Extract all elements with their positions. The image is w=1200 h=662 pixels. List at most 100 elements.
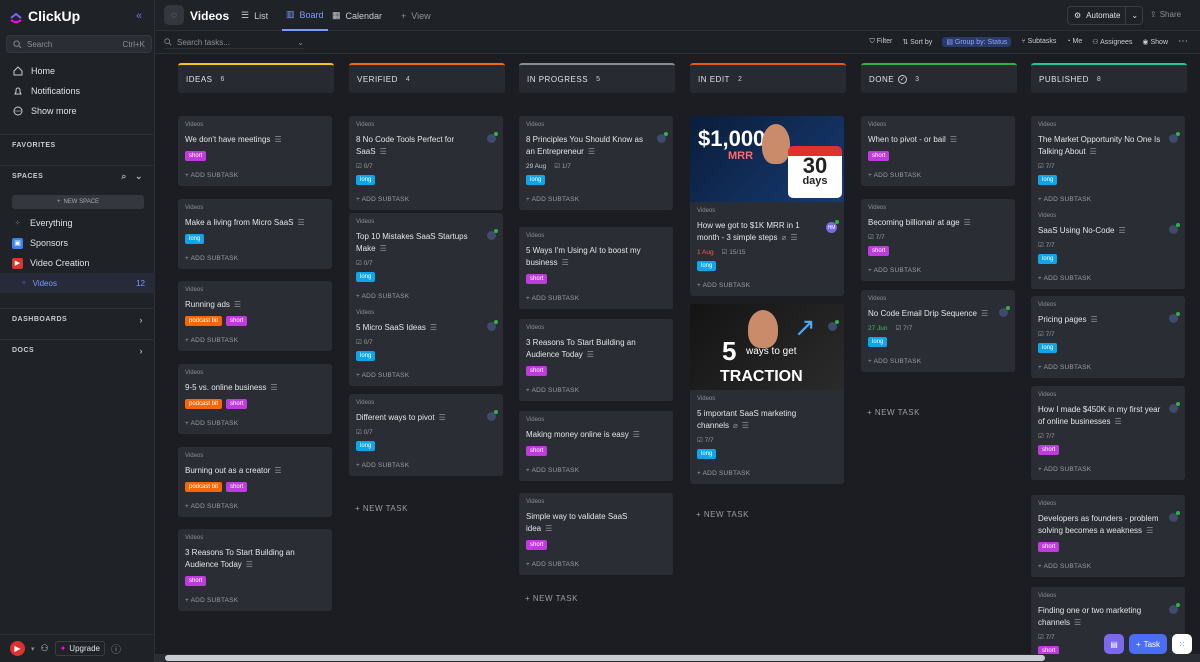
- card-title[interactable]: 3 Reasons To Start Building an Audience …: [185, 547, 325, 571]
- tag-badge[interactable]: short: [1038, 646, 1060, 654]
- tag-badge[interactable]: short: [868, 151, 890, 161]
- tag-badge[interactable]: short: [526, 540, 548, 550]
- card-title[interactable]: We don't have meetings ☰: [185, 134, 325, 146]
- task-card[interactable]: Videos Different ways to pivot ☰ ☑ 0/7 long +…: [349, 394, 503, 476]
- card-title[interactable]: Becoming billionair at age ☰: [868, 217, 1008, 229]
- column-header[interactable]: VERIFIED 4: [349, 63, 505, 93]
- card-title[interactable]: Finding one or two marketing channels ☰: [1038, 605, 1178, 629]
- collapse-sidebar-icon[interactable]: «: [136, 10, 142, 22]
- checklist-progress[interactable]: ☑ 7/7: [697, 436, 714, 444]
- brand-logo[interactable]: ClickUp: [9, 8, 80, 24]
- card-title[interactable]: 5 Ways I'm Using AI to boost my business…: [526, 245, 666, 269]
- add-subtask-button[interactable]: + ADD SUBTASK: [868, 267, 1008, 281]
- task-card[interactable]: Videos 5 Micro SaaS Ideas ☰ ☑ 0/7 long + ADD …: [349, 304, 503, 386]
- add-subtask-button[interactable]: + ADD SUBTASK: [1038, 364, 1178, 378]
- nav-home[interactable]: Home: [0, 61, 155, 81]
- assignee-avatar[interactable]: [487, 320, 498, 331]
- tag-badge[interactable]: short: [226, 316, 248, 326]
- tab-board[interactable]: ▥ Board: [282, 0, 328, 31]
- tag-badge[interactable]: short: [526, 274, 548, 284]
- checklist-progress[interactable]: ☑ 7/7: [868, 233, 885, 241]
- tag-badge[interactable]: short: [868, 246, 890, 256]
- checklist-progress[interactable]: ☑ 7/7: [1038, 241, 1055, 249]
- tag-badge[interactable]: long: [526, 175, 546, 185]
- add-subtask-button[interactable]: + ADD SUBTASK: [1038, 466, 1178, 480]
- me-button[interactable]: ◔ Me: [1066, 38, 1082, 45]
- add-subtask-button[interactable]: + ADD SUBTASK: [1038, 563, 1178, 577]
- chevron-down-icon[interactable]: ⌄: [135, 171, 143, 182]
- assignee-avatar[interactable]: [1169, 402, 1180, 413]
- checklist-progress[interactable]: ☑ 0/7: [356, 162, 373, 170]
- assignee-avatar[interactable]: [1169, 312, 1180, 323]
- chevron-down-icon[interactable]: ▾: [31, 645, 35, 653]
- new-task-button[interactable]: + NEW TASK: [696, 510, 749, 519]
- column-header[interactable]: PUBLISHED 8: [1031, 63, 1187, 93]
- assignees-button[interactable]: ⚇ Assignees: [1092, 38, 1132, 46]
- assignee-avatar[interactable]: [1169, 511, 1180, 522]
- checklist-progress[interactable]: ☑ 15/15: [722, 248, 746, 256]
- chevron-down-icon[interactable]: ⌄: [297, 38, 304, 47]
- assignee-avatar[interactable]: [487, 410, 498, 421]
- space-everything[interactable]: ⁘ Everything: [0, 213, 155, 233]
- nav-show-more[interactable]: Show more: [0, 101, 155, 121]
- task-card[interactable]: Videos 9-5 vs. online business ☰ podcast bi…: [178, 364, 332, 434]
- card-title[interactable]: 5 Micro SaaS Ideas ☰: [356, 322, 496, 334]
- invite-user-icon[interactable]: ⚇: [41, 643, 49, 654]
- card-title[interactable]: Different ways to pivot ☰: [356, 412, 496, 424]
- task-card[interactable]: $1,000 MRR 30 days Videos How we got to $1…: [690, 116, 844, 296]
- dashboards-section[interactable]: DASHBOARDS ›: [0, 308, 155, 330]
- card-title[interactable]: Pricing pages ☰: [1038, 314, 1178, 326]
- card-title[interactable]: How I made $450K in my first year of onl…: [1038, 404, 1178, 428]
- add-subtask-button[interactable]: + ADD SUBTASK: [526, 295, 666, 309]
- tag-badge[interactable]: short: [1038, 445, 1060, 455]
- checklist-progress[interactable]: ☑ 7/7: [1038, 633, 1055, 641]
- tag-badge[interactable]: long: [697, 449, 717, 459]
- task-card[interactable]: Videos Burning out as a creator ☰ podcast b…: [178, 447, 332, 517]
- card-title[interactable]: Top 10 Mistakes SaaS Startups Make ☰: [356, 231, 496, 255]
- tag-badge[interactable]: long: [356, 441, 376, 451]
- tag-badge[interactable]: long: [356, 272, 376, 282]
- assignee-avatar[interactable]: [487, 229, 498, 240]
- help-icon[interactable]: ⓘ: [111, 641, 121, 656]
- column-header[interactable]: IN PROGRESS 5: [519, 63, 675, 93]
- group-by-button[interactable]: ▤ Group by: Status: [942, 36, 1012, 47]
- add-subtask-button[interactable]: + ADD SUBTASK: [356, 372, 496, 386]
- search-spaces-icon[interactable]: ⌕: [121, 171, 127, 182]
- card-title[interactable]: Burning out as a creator ☰: [185, 465, 325, 477]
- chevron-down-icon[interactable]: ⌄: [1125, 7, 1143, 24]
- tag-badge[interactable]: long: [185, 234, 205, 244]
- new-task-button[interactable]: + NEW TASK: [867, 408, 920, 417]
- task-card[interactable]: Videos Make a living from Micro SaaS ☰ long…: [178, 199, 332, 269]
- automate-button[interactable]: ⚙ Automate ⌄: [1067, 6, 1143, 25]
- add-subtask-button[interactable]: + ADD SUBTASK: [697, 282, 837, 296]
- card-title[interactable]: Simple way to validate SaaS idea ☰: [526, 511, 666, 535]
- assignee-avatar[interactable]: [657, 132, 668, 143]
- assignee-avatar[interactable]: [1169, 603, 1180, 614]
- filter-button[interactable]: ⛉ Filter: [870, 38, 893, 46]
- sort-button[interactable]: ⇅ Sort by: [902, 38, 932, 46]
- task-card[interactable]: Videos SaaS Using No-Code ☰ ☑ 7/7 long + ADD …: [1031, 207, 1185, 289]
- tab-list[interactable]: ☰ List: [241, 0, 268, 31]
- checklist-progress[interactable]: ☑ 0/7: [356, 428, 373, 436]
- due-date[interactable]: 1 Aug: [697, 249, 714, 256]
- add-subtask-button[interactable]: + ADD SUBTASK: [185, 172, 325, 186]
- column-header[interactable]: IDEAS 6: [178, 63, 334, 93]
- card-title[interactable]: 5 important SaaS marketing channels ⌀ ☰: [697, 408, 837, 432]
- assignee-avatar[interactable]: [999, 306, 1010, 317]
- add-subtask-button[interactable]: + ADD SUBTASK: [185, 255, 325, 269]
- sidebar-search[interactable]: Search Ctrl+K: [6, 35, 152, 53]
- show-button[interactable]: ◉ Show: [1142, 38, 1168, 46]
- assignee-avatar[interactable]: [1169, 132, 1180, 143]
- tag-badge[interactable]: short: [526, 366, 548, 376]
- add-subtask-button[interactable]: + ADD SUBTASK: [185, 503, 325, 517]
- tag-badge[interactable]: short: [526, 446, 548, 456]
- scrollbar-thumb[interactable]: [165, 655, 1045, 661]
- task-card[interactable]: Videos When to pivot - or bail ☰ short + ADD…: [861, 116, 1015, 186]
- upgrade-button[interactable]: ✦ Upgrade: [54, 641, 105, 656]
- task-card[interactable]: ↗ 5 ways to get TRACTION Videos 5 importa…: [690, 304, 844, 484]
- tag-badge[interactable]: short: [1038, 542, 1060, 552]
- card-title[interactable]: The Market Opportunity No One Is Talking…: [1038, 134, 1178, 158]
- tag-badge[interactable]: long: [868, 337, 888, 347]
- list-status-icon[interactable]: ◌: [164, 5, 184, 25]
- assignee-avatar[interactable]: [487, 132, 498, 143]
